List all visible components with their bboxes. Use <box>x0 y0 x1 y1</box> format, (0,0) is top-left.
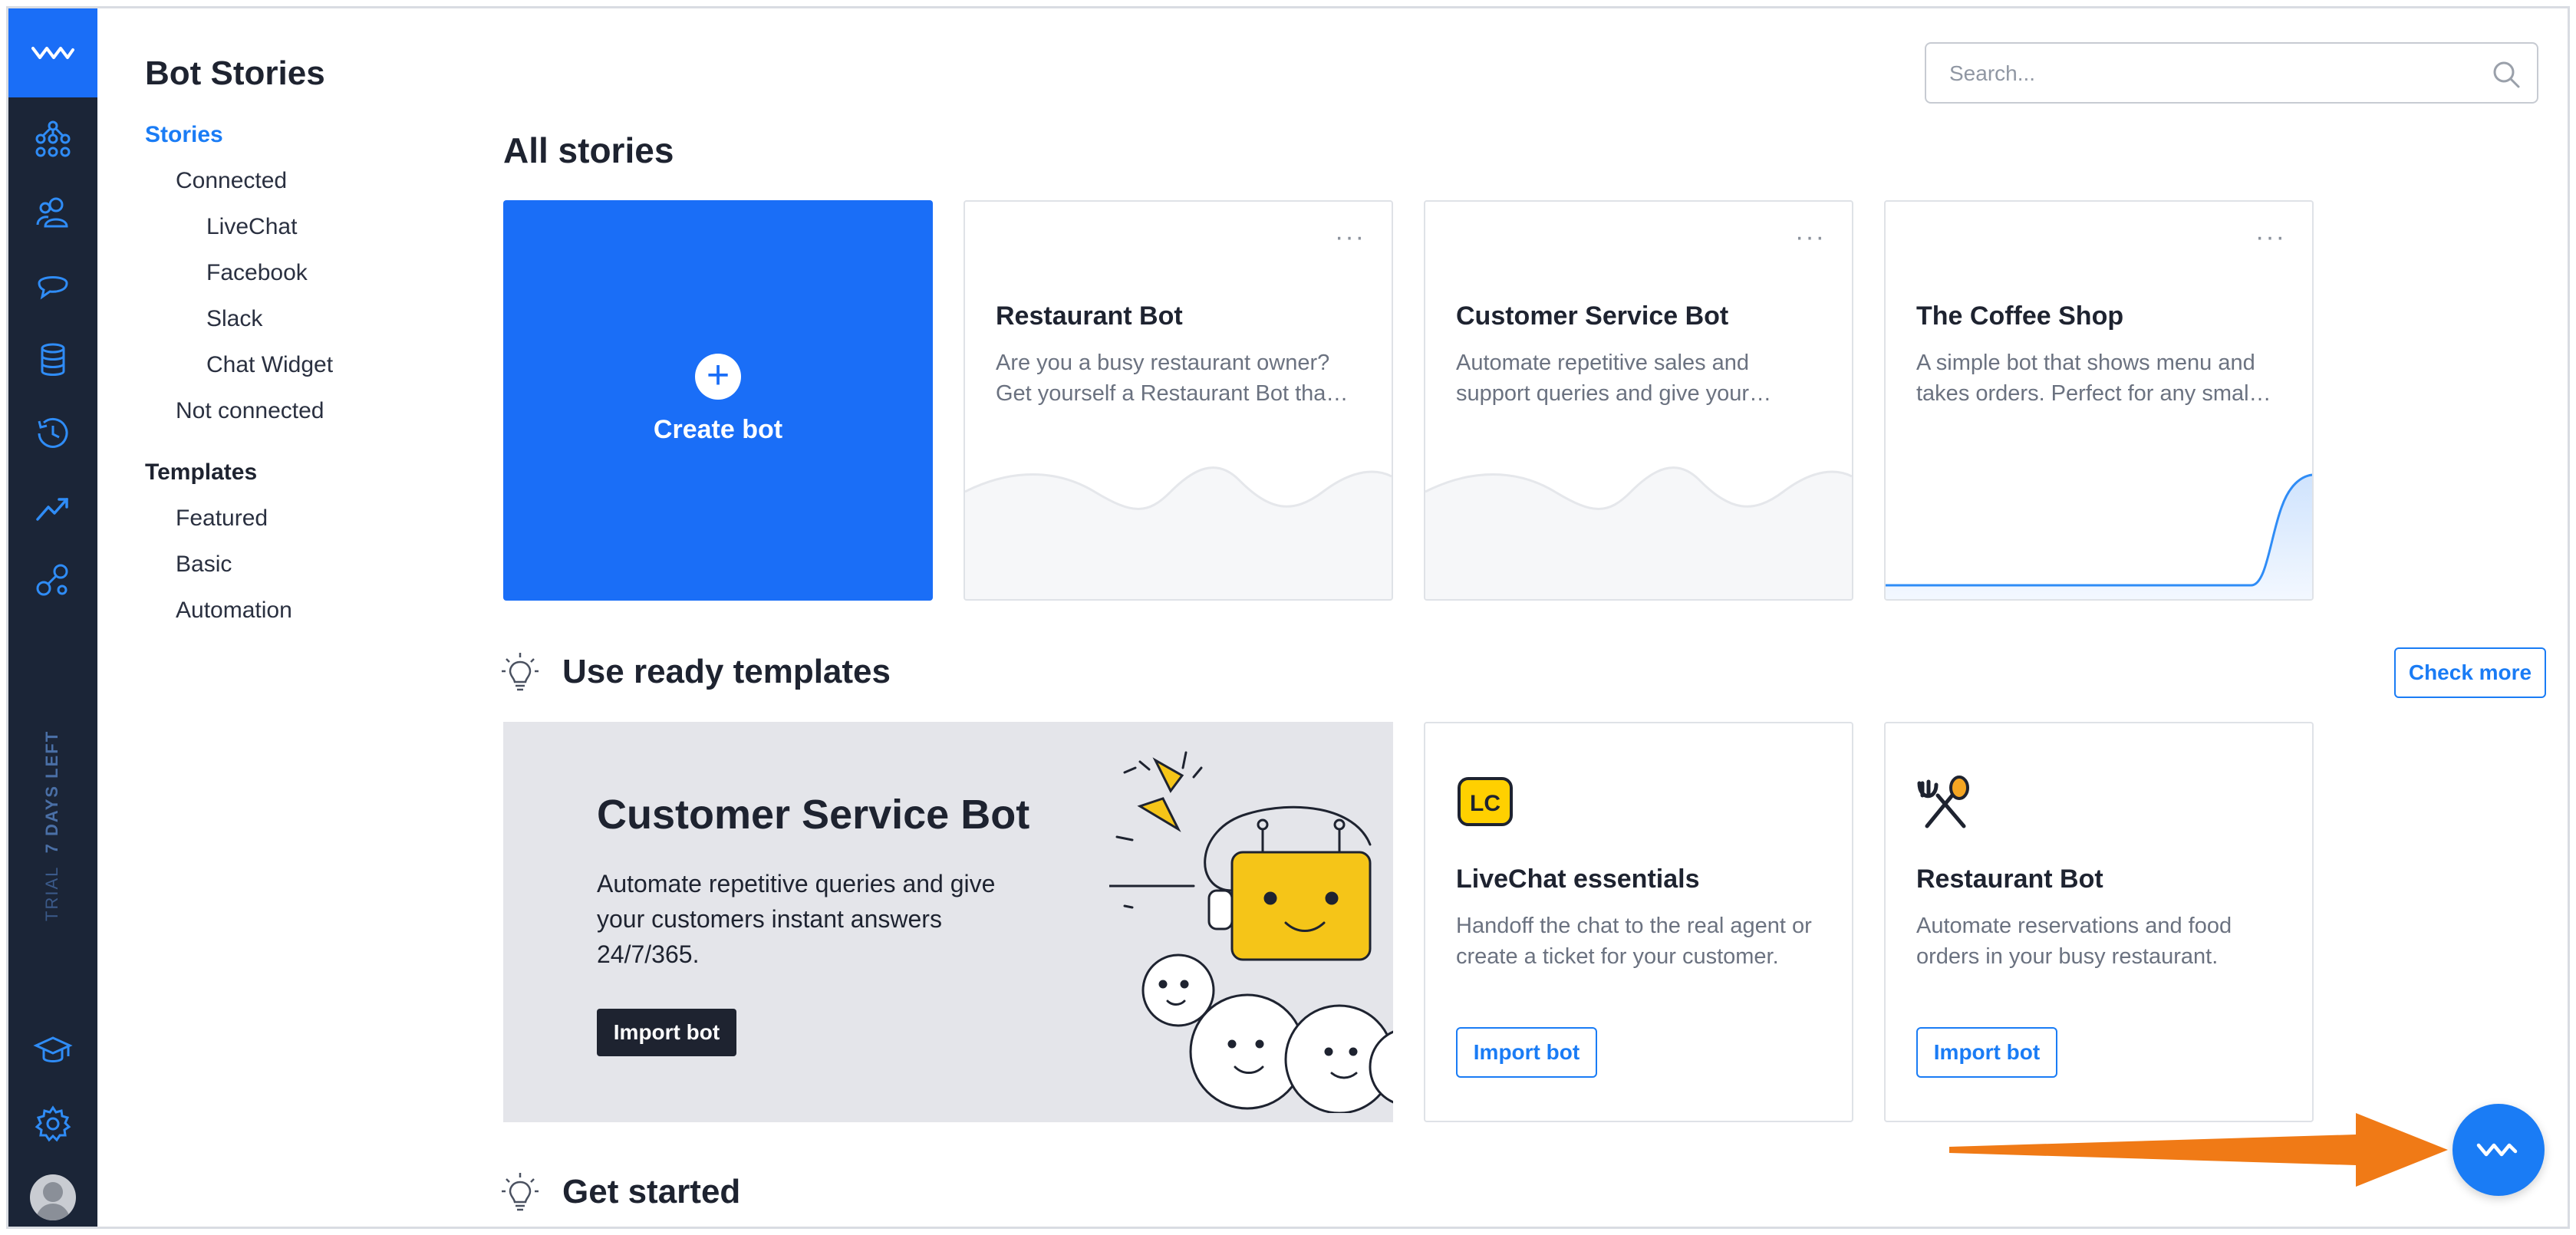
bot-logo-icon[interactable] <box>8 8 97 97</box>
users-icon[interactable] <box>8 176 97 249</box>
avatar[interactable] <box>30 1174 76 1220</box>
story-title: The Coffee Shop <box>1916 301 2124 331</box>
academy-icon[interactable] <box>8 1013 97 1087</box>
story-card-restaurant-bot[interactable]: ··· Restaurant Bot Are you a busy restau… <box>964 200 1393 601</box>
template-title: Restaurant Bot <box>1916 864 2103 894</box>
search-box <box>1925 42 2538 104</box>
nav-item-featured[interactable]: Featured <box>176 506 268 532</box>
robot-illustration <box>1109 751 1393 1113</box>
database-icon[interactable] <box>8 323 97 397</box>
get-started-heading: Get started <box>562 1173 741 1210</box>
template-title: LiveChat essentials <box>1456 864 1700 894</box>
app-window: TRIAL 7 DAYS LEFT Bot Stories Stories Co… <box>6 6 2570 1229</box>
stories-icon[interactable] <box>8 102 97 176</box>
integrations-icon[interactable] <box>8 544 97 618</box>
more-options-icon[interactable]: ··· <box>1335 224 1365 250</box>
activity-sparkline <box>1886 473 2312 599</box>
template-description: Automate reservations and food orders in… <box>1916 914 2232 969</box>
nav-item-chat-widget[interactable]: Chat Widget <box>206 352 333 378</box>
more-options-icon[interactable]: ··· <box>2255 224 2286 250</box>
search-icon[interactable] <box>2489 58 2523 91</box>
nav-item-basic[interactable]: Basic <box>176 552 232 578</box>
check-more-button[interactable]: Check more <box>2394 647 2546 698</box>
nav-item-stories[interactable]: Stories <box>145 122 223 148</box>
nav-item-slack[interactable]: Slack <box>206 306 262 332</box>
lightbulb-icon <box>502 653 539 691</box>
template-card-restaurant-bot[interactable]: Restaurant Bot Automate reservations and… <box>1884 722 2314 1122</box>
bot-logo-icon <box>2476 1143 2518 1157</box>
fork-spoon-icon <box>1917 776 1969 828</box>
annotation-arrow <box>1949 1113 2448 1187</box>
featured-description: Automate repetitive queries and give you… <box>597 870 996 968</box>
template-card-livechat-essentials[interactable]: LC LiveChat essentials Handoff the chat … <box>1424 722 1853 1122</box>
story-card-customer-service-bot[interactable]: ··· Customer Service Bot Automate repeti… <box>1424 200 1853 601</box>
nav-item-automation[interactable]: Automation <box>176 598 292 624</box>
chat-icon[interactable] <box>8 249 97 323</box>
nav-item-livechat[interactable]: LiveChat <box>206 214 297 240</box>
livechat-logo-text: LC <box>1470 791 1500 816</box>
import-bot-button[interactable]: Import bot <box>1916 1027 2057 1078</box>
featured-title: Customer Service Bot <box>597 792 1030 838</box>
create-bot-card[interactable]: + Create bot <box>503 200 933 601</box>
story-description: A simple bot that shows menu and takes o… <box>1916 351 2271 406</box>
search-input[interactable] <box>1949 58 2471 90</box>
templates-heading: Use ready templates <box>562 653 891 690</box>
trend-icon[interactable] <box>8 470 97 544</box>
nav-item-not-connected[interactable]: Not connected <box>176 398 324 424</box>
trial-label: TRIAL <box>42 865 61 921</box>
all-stories-heading: All stories <box>503 130 674 170</box>
featured-template-banner: Customer Service Bot Automate repetitive… <box>503 722 1393 1122</box>
more-options-icon[interactable]: ··· <box>1795 224 1826 250</box>
page-title: Bot Stories <box>145 54 325 92</box>
history-icon[interactable] <box>8 397 97 470</box>
activity-sparkline <box>965 466 1392 599</box>
livechat-logo-icon: LC <box>1458 777 1513 826</box>
nav-item-facebook[interactable]: Facebook <box>206 260 308 286</box>
import-bot-button[interactable]: Import bot <box>597 1009 736 1056</box>
settings-icon[interactable] <box>8 1087 97 1161</box>
story-card-coffee-shop[interactable]: ··· The Coffee Shop A simple bot that sh… <box>1884 200 2314 601</box>
chat-widget-button[interactable] <box>2452 1104 2545 1196</box>
story-description: Are you a busy restaurant owner? Get you… <box>996 351 1349 406</box>
trial-indicator: TRIAL 7 DAYS LEFT <box>36 722 70 921</box>
nav-item-templates[interactable]: Templates <box>145 459 257 486</box>
import-bot-button[interactable]: Import bot <box>1456 1027 1597 1078</box>
plus-icon: + <box>695 354 741 400</box>
lightbulb-icon <box>502 1173 539 1211</box>
icon-rail: TRIAL 7 DAYS LEFT <box>8 8 97 1227</box>
story-title: Customer Service Bot <box>1456 301 1729 331</box>
activity-sparkline <box>1425 466 1852 599</box>
nav-item-connected[interactable]: Connected <box>176 168 287 194</box>
story-title: Restaurant Bot <box>996 301 1183 331</box>
create-bot-label: Create bot <box>653 415 783 444</box>
template-description: Handoff the chat to the real agent or cr… <box>1456 914 1812 969</box>
story-description: Automate repetitive sales and support qu… <box>1456 351 1772 406</box>
stories-sidebar: Bot Stories Stories Connected LiveChat F… <box>97 8 458 1227</box>
trial-days: 7 DAYS LEFT <box>42 729 61 854</box>
